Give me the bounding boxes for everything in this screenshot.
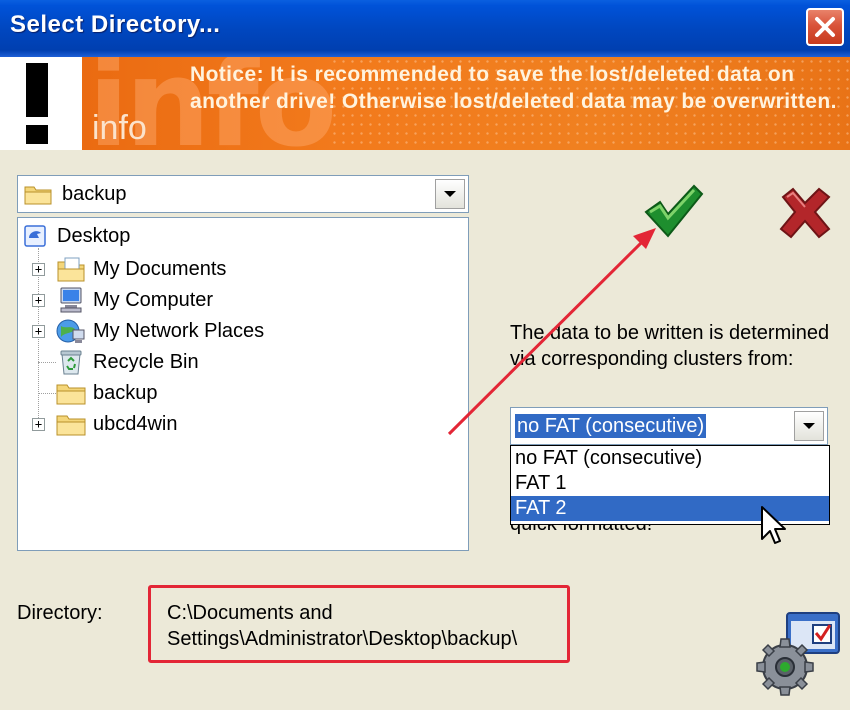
- annotation-arrow: [447, 228, 656, 436]
